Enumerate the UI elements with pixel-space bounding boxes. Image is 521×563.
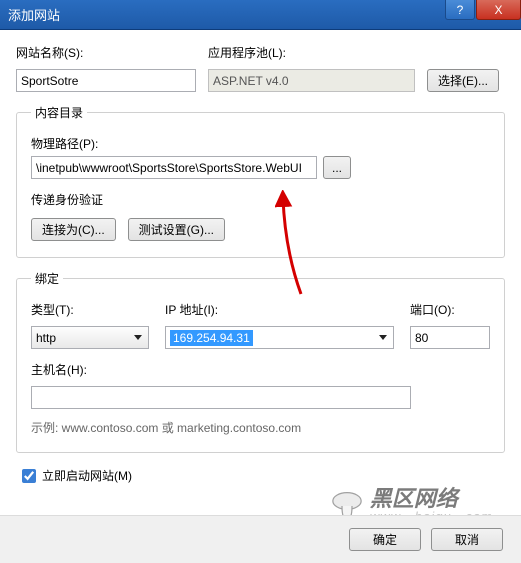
browse-button[interactable]: ... (323, 156, 351, 179)
chevron-down-icon (134, 335, 142, 340)
binding-group: 绑定 类型(T): IP 地址(I): 端口(O): http 169.254. (16, 270, 505, 453)
hostname-label: 主机名(H): (31, 361, 490, 378)
site-name-input[interactable] (16, 69, 196, 92)
connect-as-button[interactable]: 连接为(C)... (31, 218, 116, 241)
help-button[interactable]: ? (445, 0, 475, 20)
ip-select[interactable]: 169.254.94.31 (165, 326, 394, 349)
content-directory-group: 内容目录 物理路径(P): ... 传递身份验证 连接为(C)... 测试设置(… (16, 104, 505, 258)
port-input[interactable] (410, 326, 490, 349)
type-label: 类型(T): (31, 301, 149, 318)
site-name-label: 网站名称(S): (16, 44, 196, 61)
dialog-footer: 确定 取消 (0, 515, 521, 563)
content-directory-legend: 内容目录 (31, 104, 87, 121)
select-pool-button[interactable]: 选择(E)... (427, 69, 499, 92)
title-bar: 添加网站 ? X (0, 0, 521, 30)
test-settings-button[interactable]: 测试设置(G)... (128, 218, 225, 241)
start-now-label: 立即启动网站(M) (42, 467, 132, 484)
binding-legend: 绑定 (31, 270, 63, 287)
port-label: 端口(O): (410, 301, 490, 318)
ok-button[interactable]: 确定 (349, 528, 421, 551)
window-title: 添加网站 (8, 5, 513, 24)
chevron-down-icon (379, 335, 387, 340)
ip-label: IP 地址(I): (165, 301, 394, 318)
start-now-checkbox[interactable] (22, 469, 36, 483)
hostname-example: 示例: www.contoso.com 或 marketing.contoso.… (31, 419, 490, 436)
app-pool-display: ASP.NET v4.0 (208, 69, 415, 92)
close-button[interactable]: X (476, 0, 521, 20)
cancel-button[interactable]: 取消 (431, 528, 503, 551)
type-select[interactable]: http (31, 326, 149, 349)
hostname-input[interactable] (31, 386, 411, 409)
passthrough-label: 传递身份验证 (31, 191, 490, 208)
physical-path-label: 物理路径(P): (31, 135, 490, 152)
physical-path-input[interactable] (31, 156, 317, 179)
app-pool-label: 应用程序池(L): (208, 44, 415, 61)
